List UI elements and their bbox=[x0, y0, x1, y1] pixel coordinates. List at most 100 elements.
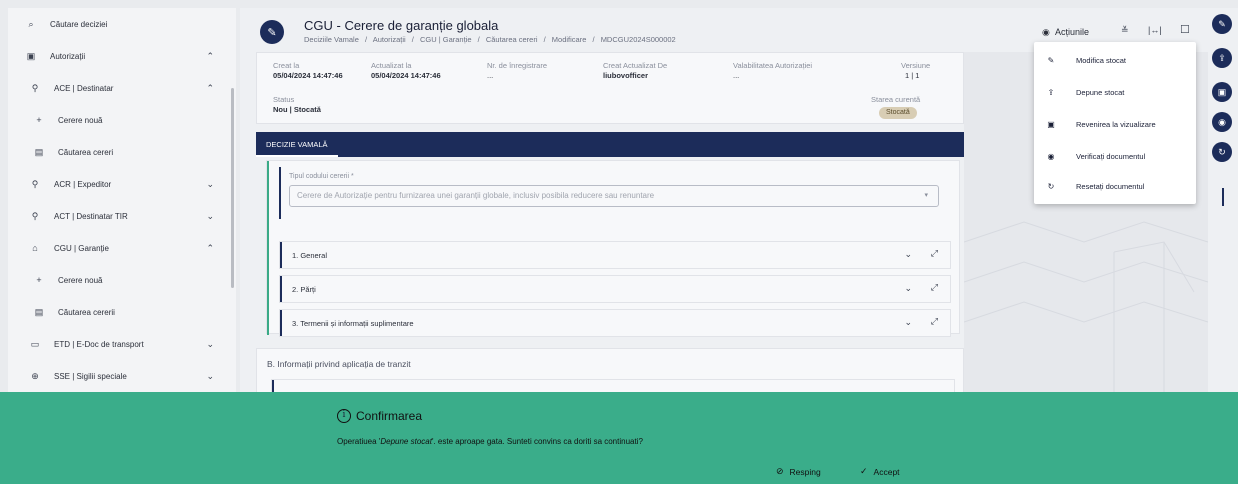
chevron-down-icon[interactable]: ⌄ bbox=[904, 249, 912, 260]
request-type-label: Tipul codului cererii * bbox=[289, 173, 354, 180]
menu-item-label: Revenirea la vizualizare bbox=[1076, 119, 1156, 129]
field-accent bbox=[279, 167, 281, 219]
menu-item-back-to-view[interactable]: ▣ Revenirea la vizualizare bbox=[1034, 108, 1196, 140]
save-view-icon[interactable]: ▣ bbox=[1212, 82, 1232, 102]
chevron-down-icon: ⌄ bbox=[206, 178, 214, 189]
sidebar-item-label: ACE | Destinatar bbox=[54, 83, 114, 93]
accept-button[interactable]: ✓ Accept bbox=[860, 466, 900, 477]
menu-item-verify-document[interactable]: ◉ Verificați documentul bbox=[1034, 140, 1196, 172]
reject-button[interactable]: ⊘ Resping bbox=[776, 466, 821, 477]
submit-stored-icon: ⇪ bbox=[1047, 87, 1055, 97]
status-value: Nou | Stocată bbox=[273, 105, 321, 114]
section-accent bbox=[267, 161, 269, 335]
breadcrumb-item[interactable]: Deciziile Vamale bbox=[304, 35, 359, 44]
sidebar-item-label: SSE | Sigilii speciale bbox=[54, 371, 127, 381]
block-icon: ⊘ bbox=[776, 466, 784, 476]
sidebar-item-sse[interactable]: ⊕ SSE | Sigilii speciale ⌄ bbox=[8, 360, 230, 392]
accordion-title: 2. Părți bbox=[292, 285, 316, 294]
confirmation-message: Operatiuea 'Depune stocat'. este aproape… bbox=[337, 437, 643, 446]
check-icon: ✓ bbox=[860, 466, 868, 476]
sidebar-item-ace-search[interactable]: ▤ Căutarea cereri bbox=[8, 136, 230, 168]
validity-label: Valabilitatea Autorizației bbox=[733, 61, 813, 70]
chevron-up-icon: ⌃ bbox=[206, 242, 214, 253]
consignor-icon: ⚲ bbox=[31, 178, 39, 189]
sidebar-item-label: Căutarea cereri bbox=[58, 147, 114, 157]
state-label: Starea curentă bbox=[871, 95, 921, 104]
breadcrumb-separator: / bbox=[543, 35, 546, 44]
accordion-title: 3. Termenii și informații suplimentare bbox=[292, 319, 414, 328]
created-label: Creat la bbox=[273, 61, 300, 70]
tab-customs-decision[interactable]: DECIZIE VAMALĂ bbox=[256, 132, 338, 157]
sidebar-item-acr[interactable]: ⚲ ACR | Expeditor ⌄ bbox=[8, 168, 230, 200]
menu-item-edit-stored[interactable]: ✎ Modifica stocat bbox=[1034, 44, 1196, 76]
expand-icon[interactable]: ⤢ bbox=[931, 248, 938, 259]
save-view-icon: ▣ bbox=[1047, 119, 1055, 129]
accordion-terms[interactable]: 3. Termenii și informații suplimentare ⌄… bbox=[279, 309, 951, 337]
tir-icon: ⚲ bbox=[31, 210, 39, 221]
transit-section-title: B. Informații privind aplicația de tranz… bbox=[267, 359, 411, 369]
eye-icon[interactable]: ◉ bbox=[1212, 112, 1232, 132]
document-info-card: Creat la 05/04/2024 14:47:46 Actualizat … bbox=[256, 52, 964, 124]
operation-name: Depune stocat bbox=[380, 437, 432, 446]
sidebar-item-cgu[interactable]: ⌂ CGU | Garanție ⌃ bbox=[8, 232, 230, 264]
sidebar-scrollbar[interactable] bbox=[231, 88, 234, 288]
search-icon: ⌕ bbox=[28, 18, 34, 29]
confirmation-title: Confirmarea bbox=[356, 409, 423, 423]
accordion-parties[interactable]: 2. Părți ⌄ ⤢ bbox=[279, 275, 951, 303]
breadcrumb-item[interactable]: Autorizații bbox=[373, 35, 406, 44]
sidebar-item-etd[interactable]: ▭ ETD | E-Doc de transport ⌄ bbox=[8, 328, 230, 360]
sidebar-item-label: CGU | Garanție bbox=[54, 243, 109, 253]
chevron-down-icon: ⌄ bbox=[206, 210, 214, 221]
plus-icon: + bbox=[36, 115, 42, 125]
chevron-down-icon[interactable]: ⌄ bbox=[904, 283, 912, 294]
decision-section: Tipul codului cererii * Cerere de Autori… bbox=[266, 160, 960, 337]
sidebar-item-ace-new[interactable]: + Cerere nouă bbox=[8, 104, 230, 136]
chevron-down-icon: ⌄ bbox=[206, 338, 214, 349]
consignee-icon: ⚲ bbox=[31, 82, 39, 93]
tab-bar: DECIZIE VAMALĂ bbox=[256, 132, 964, 157]
breadcrumb-item[interactable]: Modificare bbox=[552, 35, 587, 44]
breadcrumb-separator: / bbox=[411, 35, 414, 44]
request-type-select[interactable]: Cerere de Autorizație pentru furnizarea … bbox=[289, 185, 939, 207]
sidebar-item-label: Căutare deciziei bbox=[50, 19, 108, 29]
sidebar-item-cgu-search[interactable]: ▤ Căutarea cererii bbox=[8, 296, 230, 328]
bank-icon: ⌂ bbox=[32, 243, 38, 253]
document-search-icon: ▤ bbox=[34, 146, 44, 157]
document-type-icon: ✎ bbox=[260, 20, 284, 44]
submit-stored-icon[interactable]: ⇪ bbox=[1212, 48, 1232, 68]
createdby-label: Creat Actualizat De bbox=[603, 61, 668, 70]
eye-icon: ◉ bbox=[1047, 151, 1055, 161]
sidebar-item-search[interactable]: ⌕ Căutare deciziei bbox=[8, 8, 230, 40]
expand-icon[interactable]: ⤢ bbox=[931, 282, 938, 293]
window-icon[interactable]: ☐ bbox=[1180, 23, 1190, 36]
menu-item-reset-document[interactable]: ↻ Resetați documentul bbox=[1034, 170, 1196, 202]
transit-subsection[interactable] bbox=[271, 379, 955, 392]
collapse-icon[interactable]: ≚ bbox=[1121, 25, 1129, 36]
actions-button[interactable]: Acțiunile bbox=[1055, 27, 1089, 37]
document-search-icon: ▤ bbox=[34, 306, 44, 317]
chevron-down-icon[interactable]: ⌄ bbox=[904, 317, 912, 328]
regno-label: Nr. de înregistrare bbox=[487, 61, 548, 70]
edit-stored-icon[interactable]: ✎ bbox=[1212, 14, 1232, 34]
chevron-down-icon: ▾ bbox=[924, 192, 928, 199]
menu-item-submit-stored[interactable]: ⇪ Depune stocat bbox=[1034, 76, 1196, 108]
accordion-general[interactable]: 1. General ⌄ ⤢ bbox=[279, 241, 951, 269]
sidebar-item-label: ETD | E-Doc de transport bbox=[54, 339, 144, 349]
breadcrumb-item[interactable]: Căutarea cereri bbox=[486, 35, 538, 44]
breadcrumb-item[interactable]: CGU | Garanție bbox=[420, 35, 472, 44]
menu-item-label: Resetați documentul bbox=[1076, 181, 1145, 191]
eye-icon[interactable]: ◉ bbox=[1042, 27, 1050, 38]
fit-width-icon[interactable]: |↔| bbox=[1148, 25, 1162, 35]
sidebar-item-cgu-new[interactable]: + Cerere nouă bbox=[8, 264, 230, 296]
expand-icon[interactable]: ⤢ bbox=[931, 316, 938, 327]
reset-icon[interactable]: ↻ bbox=[1212, 142, 1232, 162]
sidebar-item-authorizations[interactable]: ▣ Autorizații ⌃ bbox=[8, 40, 230, 72]
authorization-icon: ▣ bbox=[26, 50, 36, 61]
request-type-value: Cerere de Autorizație pentru furnizarea … bbox=[297, 191, 655, 200]
sidebar-item-label: ACT | Destinatar TIR bbox=[54, 211, 128, 221]
sidebar-item-label: Cerere nouă bbox=[58, 275, 103, 285]
updated-label: Actualizat la bbox=[371, 61, 412, 70]
sidebar-item-ace[interactable]: ⚲ ACE | Destinatar ⌃ bbox=[8, 72, 230, 104]
sidebar: ⌕ Căutare deciziei ▣ Autorizații ⌃ ⚲ ACE… bbox=[8, 8, 236, 392]
sidebar-item-act[interactable]: ⚲ ACT | Destinatar TIR ⌄ bbox=[8, 200, 230, 232]
